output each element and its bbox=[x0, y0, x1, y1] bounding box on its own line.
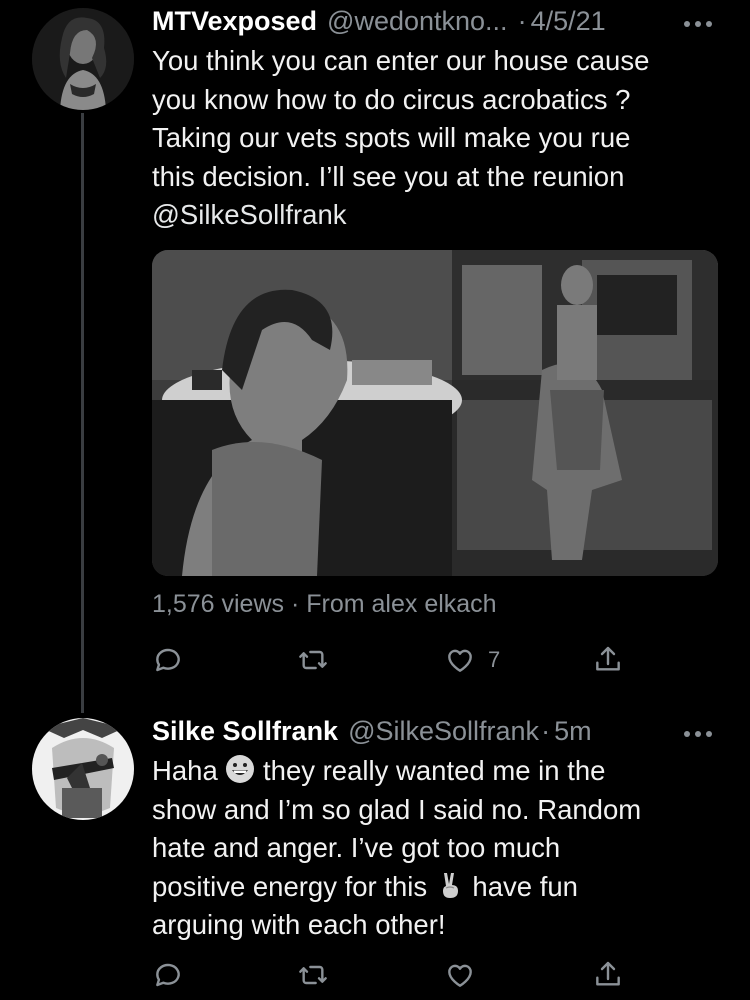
tweet-text-line: arguing with each other! bbox=[152, 909, 446, 941]
reply-button[interactable] bbox=[152, 640, 184, 680]
tweet-text-line: Taking our vets spots will make you rue bbox=[152, 122, 631, 154]
text-segment: have fun bbox=[464, 870, 578, 902]
mention-link[interactable]: @SilkeSollfrank bbox=[152, 196, 732, 235]
tweet-text: Haha they really wanted me in the show a… bbox=[152, 752, 732, 945]
like-button[interactable]: 7 bbox=[444, 640, 500, 680]
tweet-text-line: show and I’m so glad I said no. Random bbox=[152, 793, 642, 825]
like-button[interactable] bbox=[444, 955, 476, 995]
retweet-button[interactable] bbox=[297, 640, 329, 680]
retweet-icon bbox=[299, 965, 327, 985]
author-name[interactable]: Silke Sollfrank bbox=[152, 716, 338, 747]
tweet-text-line: positive energy for this have fun bbox=[152, 868, 732, 907]
text-segment: they really wanted me in the bbox=[255, 755, 606, 786]
tweet-header: MTVexposed @wedontkno... · 4/5/21 bbox=[152, 6, 606, 37]
tweet-text-line: this decision. I’ll see you at the reuni… bbox=[152, 160, 625, 192]
text-segment: positive energy for this bbox=[152, 870, 435, 902]
grinning-face-emoji-icon bbox=[225, 754, 255, 784]
like-count: 7 bbox=[488, 647, 501, 672]
avatar[interactable] bbox=[32, 718, 134, 820]
tweet-actions bbox=[152, 955, 632, 995]
tweet-text-line: you know how to do circus acrobatics ? bbox=[152, 83, 631, 115]
more-icon[interactable] bbox=[684, 16, 720, 32]
tweet-text-line: You think you can enter our house cause bbox=[152, 45, 650, 76]
more-icon[interactable] bbox=[684, 726, 720, 742]
share-button[interactable] bbox=[592, 640, 624, 680]
author-name[interactable]: MTVexposed bbox=[152, 6, 317, 37]
tweet-text-line: Haha they really wanted me in the bbox=[152, 752, 732, 791]
victory-hand-emoji-icon bbox=[435, 870, 465, 900]
like-icon bbox=[448, 964, 472, 987]
avatar[interactable] bbox=[32, 8, 134, 110]
video-thumbnail[interactable] bbox=[152, 250, 718, 576]
author-handle[interactable]: @SilkeSollfrank bbox=[348, 716, 539, 747]
thread-connector-line bbox=[81, 113, 84, 713]
tweet-text: You think you can enter our house cause … bbox=[152, 42, 732, 235]
tweet-text-line: hate and anger. I’ve got too much bbox=[152, 832, 561, 864]
timestamp[interactable]: 5m bbox=[554, 716, 592, 747]
share-icon bbox=[596, 961, 620, 986]
reply-icon bbox=[156, 648, 180, 672]
share-icon bbox=[596, 646, 620, 671]
share-button[interactable] bbox=[592, 955, 624, 995]
like-icon bbox=[448, 649, 472, 672]
reply-button[interactable] bbox=[152, 955, 184, 995]
tweet-actions: 7 bbox=[152, 640, 632, 680]
separator-dot: · bbox=[517, 6, 527, 36]
timestamp[interactable]: 4/5/21 bbox=[531, 6, 606, 37]
retweet-button[interactable] bbox=[297, 955, 329, 995]
view-count: 1,576 views · From alex elkach bbox=[152, 590, 497, 618]
retweet-icon bbox=[299, 650, 327, 670]
author-handle[interactable]: @wedontkno... bbox=[327, 6, 508, 37]
text-segment: Haha bbox=[152, 755, 226, 786]
reply-icon bbox=[156, 963, 180, 987]
tweet-header: Silke Sollfrank @SilkeSollfrank · 5m bbox=[152, 716, 592, 747]
separator-dot: · bbox=[541, 716, 551, 746]
